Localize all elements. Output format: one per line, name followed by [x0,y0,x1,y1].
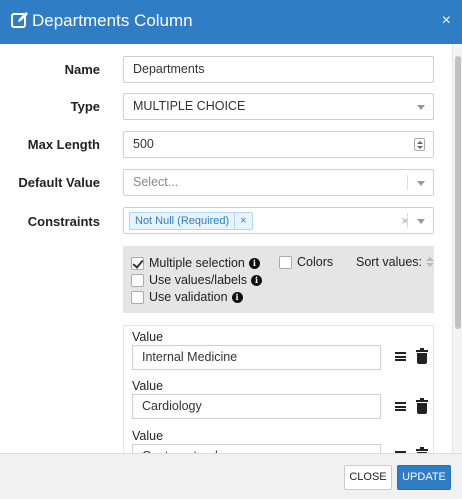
trash-icon[interactable] [416,348,428,364]
close-button[interactable]: CLOSE [344,465,392,490]
sort-values-label: Sort values: [356,255,423,269]
use-validation-checkbox[interactable] [131,290,144,304]
default-value-placeholder: Select... [133,175,179,189]
chevron-down-icon [417,181,425,186]
options-panel: Multiple selection i Use values/labels i… [123,246,434,313]
colors-option[interactable]: Colors [279,255,333,269]
spinner-icon[interactable] [414,138,425,151]
max-length-input[interactable]: 500 [123,131,434,158]
sort-values[interactable]: Sort values: [356,255,434,269]
value-input[interactable]: Gastroenterology [132,444,381,453]
constraint-tag-label: Not Null (Required) [135,215,230,227]
select-divider [407,213,408,228]
chevron-down-icon [417,105,425,110]
value-label: Value [132,429,164,443]
use-values-labels-label: Use values/labels [149,273,247,287]
modal-header: Departments Column × [0,0,462,44]
constraints-label: Constraints [27,214,100,229]
info-icon[interactable]: i [248,257,260,269]
sort-icon[interactable] [426,256,434,268]
scrollbar[interactable] [452,44,462,453]
value-label: Value [132,379,164,393]
type-label: Type [70,99,100,114]
info-icon[interactable]: i [250,274,262,286]
reorder-icon[interactable] [395,352,406,361]
default-value-select[interactable]: Select... [123,169,434,196]
constraints-select[interactable]: Not Null (Required) × × [123,207,434,234]
max-length-value: 500 [133,137,154,151]
update-button[interactable]: UPDATE [397,465,451,490]
trash-icon[interactable] [416,398,428,414]
multiple-selection-checkbox[interactable] [131,256,144,270]
name-label: Name [64,62,100,77]
info-icon[interactable]: i [231,291,243,303]
modal-footer: CLOSE UPDATE [0,453,462,499]
reorder-icon[interactable] [395,402,406,411]
multiple-selection-option[interactable]: Multiple selection i [131,256,260,270]
select-divider [407,175,408,190]
value-input[interactable]: Cardiology [132,394,381,419]
value-input[interactable]: Internal Medicine [132,345,381,370]
constraint-tag: Not Null (Required) × [129,212,253,230]
type-select-value: MULTIPLE CHOICE [133,99,246,113]
default-value-label: Default Value [18,175,100,190]
type-select[interactable]: MULTIPLE CHOICE [123,93,434,120]
value-label: Value [132,330,164,344]
multiple-selection-label: Multiple selection [149,256,245,270]
modal-title: Departments Column [32,11,193,30]
colors-checkbox[interactable] [279,255,292,269]
use-values-labels-checkbox[interactable] [131,273,144,287]
close-icon[interactable]: × [442,12,451,30]
tag-remove-icon[interactable]: × [234,213,247,229]
edit-icon [11,12,28,28]
values-list: Value Internal Medicine Value Cardiology… [123,325,434,453]
use-validation-label: Use validation [149,290,228,304]
name-input[interactable]: Departments [123,56,434,83]
use-values-labels-option[interactable]: Use values/labels i [131,273,262,287]
max-length-label: Max Length [27,137,100,152]
scrollbar-thumb[interactable] [455,56,461,329]
chevron-down-icon [417,219,425,224]
colors-label: Colors [297,255,334,269]
use-validation-option[interactable]: Use validation i [131,290,243,304]
